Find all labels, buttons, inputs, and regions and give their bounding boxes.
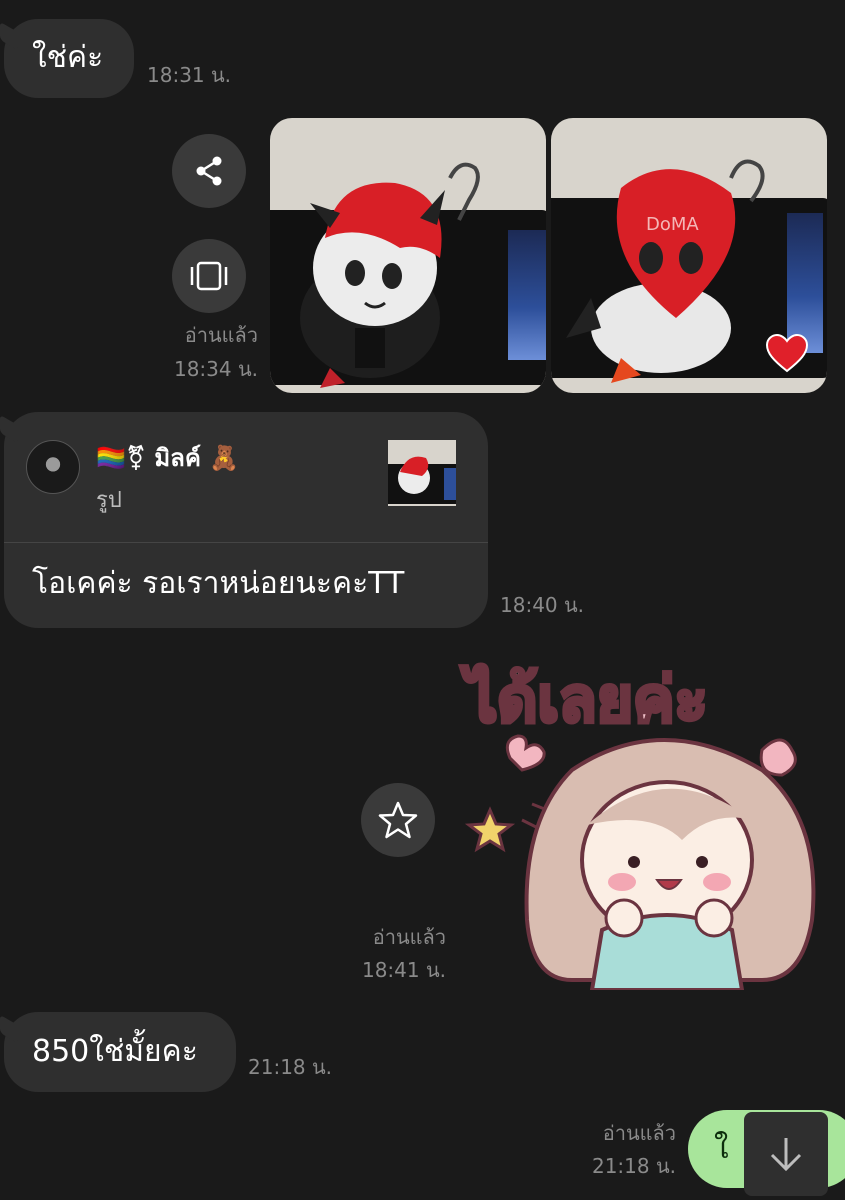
read-receipt: อ่านแล้ว	[372, 925, 446, 949]
message-time: 21:18 น.	[248, 1055, 333, 1079]
quoted-message[interactable]: 🏳️‍🌈⚧ มิลค์ 🧸 รูป	[4, 412, 488, 542]
message-text: ใช่ค่ะ	[32, 40, 104, 75]
message-text: 850ใช่มั้ยคะ	[32, 1034, 198, 1069]
message-time: 21:18 น.	[591, 1154, 676, 1178]
message-text: ใ	[714, 1131, 729, 1166]
incoming-message[interactable]: ใช่ค่ะ	[0, 19, 134, 98]
read-receipt: อ่านแล้ว	[184, 323, 258, 347]
sticker-caption: ได้เลยค่ะ	[464, 661, 710, 738]
photo-thumbnail[interactable]: DoMA	[551, 118, 827, 393]
bubble-tail	[0, 21, 18, 51]
divider	[4, 542, 488, 543]
plush-keychain-image	[300, 162, 480, 388]
photo-thumbnail[interactable]	[270, 118, 546, 393]
favorite-sticker-button[interactable]	[361, 783, 435, 857]
incoming-message[interactable]: 850ใช่มั้ยคะ	[0, 1012, 236, 1092]
bubble-tail	[0, 1014, 18, 1044]
avatar	[26, 440, 80, 494]
arrow-down-icon	[770, 1138, 802, 1172]
message-time: 18:41 น.	[361, 958, 446, 982]
scroll-to-bottom-button[interactable]	[744, 1112, 828, 1196]
svg-text:DoMA: DoMA	[646, 214, 699, 235]
read-receipt: อ่านแล้ว	[602, 1121, 676, 1145]
carousel-icon	[190, 261, 228, 291]
carousel-button[interactable]	[172, 239, 246, 313]
sticker-girl-illustration	[464, 734, 816, 990]
quoted-photo-thumbnail	[388, 440, 456, 506]
quoted-type: รูป	[96, 488, 122, 513]
sticker[interactable]: ได้เลยค่ะ	[462, 660, 834, 990]
quoted-sender-name: 🏳️‍🌈⚧ มิลค์ 🧸	[96, 444, 240, 472]
share-button[interactable]	[172, 134, 246, 208]
message-text: โอเคค่ะ รอเราหน่อยนะคะTT	[32, 566, 405, 601]
message-time: 18:31 น.	[147, 63, 232, 87]
share-icon	[196, 156, 222, 186]
heart-reaction-icon[interactable]	[765, 333, 809, 373]
reply-message-bubble[interactable]: 🏳️‍🌈⚧ มิลค์ 🧸 รูป โอเคค่ะ รอเราหน่อยนะคะ…	[0, 412, 488, 628]
message-time: 18:40 น.	[500, 593, 585, 617]
message-time: 18:34 น.	[173, 357, 258, 381]
star-icon	[378, 801, 418, 839]
